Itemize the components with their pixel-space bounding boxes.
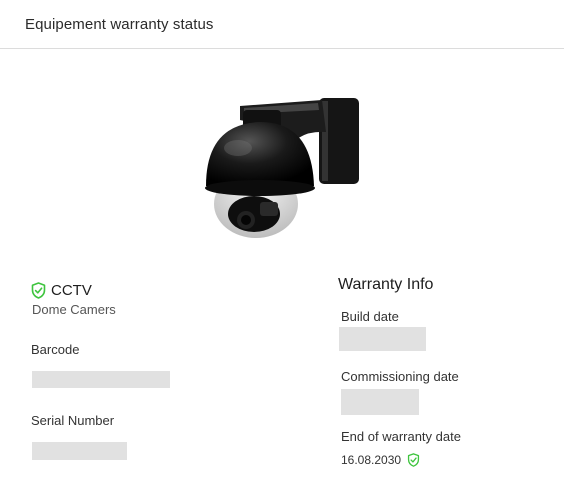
serial-number-label: Serial Number	[31, 413, 115, 428]
build-date-label: Build date	[341, 309, 399, 324]
warranty-info-title: Warranty Info	[338, 276, 434, 293]
equipment-name: CCTV	[51, 281, 92, 299]
end-of-warranty-value: 16.08.2030	[341, 453, 402, 467]
build-date-value-placeholder	[339, 327, 426, 351]
barcode-value-placeholder	[32, 371, 170, 388]
shield-check-icon	[407, 453, 420, 467]
page-title: Equipement warranty status	[25, 15, 214, 33]
end-of-warranty-row: 16.08.2030	[341, 453, 420, 467]
equipment-type: Dome Camers	[32, 302, 116, 317]
equipment-summary: CCTV Dome Camers	[31, 280, 261, 317]
page-header: Equipement warranty status	[0, 0, 564, 49]
end-of-warranty-label: End of warranty date	[341, 429, 461, 444]
serial-number-value-placeholder	[32, 442, 127, 460]
shield-check-icon	[31, 281, 46, 299]
barcode-label: Barcode	[31, 342, 80, 357]
commissioning-date-label: Commissioning date	[341, 369, 459, 384]
dome-camera-image	[205, 98, 359, 238]
commissioning-date-value-placeholder	[341, 389, 419, 415]
